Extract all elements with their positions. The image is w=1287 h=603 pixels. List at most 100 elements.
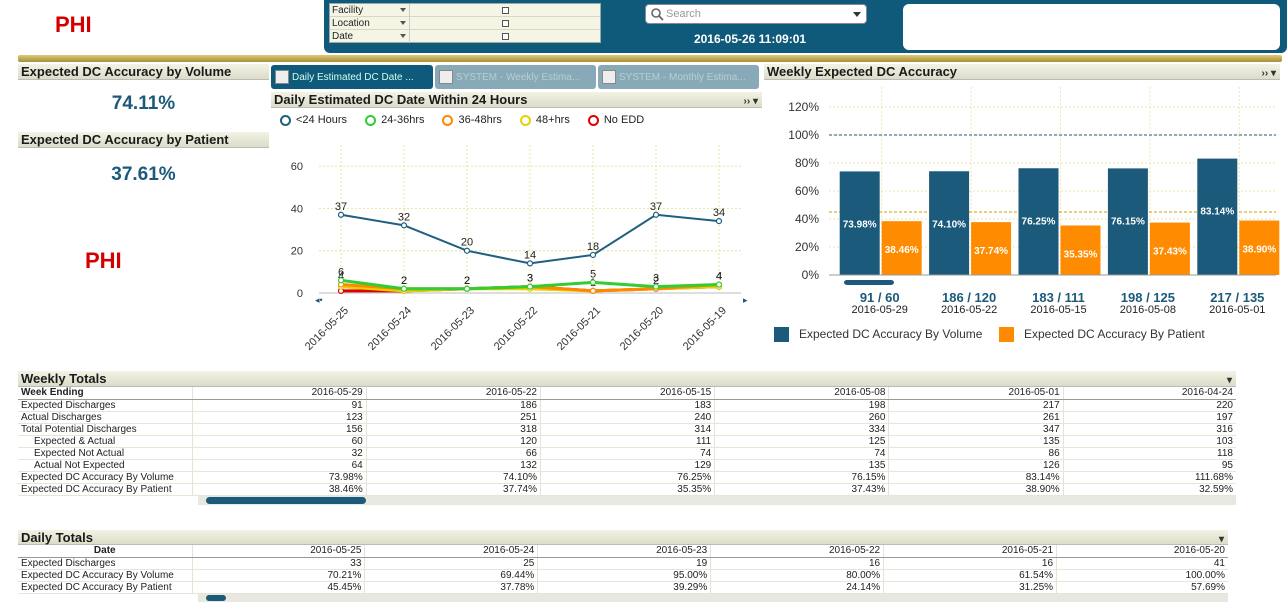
category-top-label: 186 / 120 xyxy=(942,290,996,305)
data-point xyxy=(463,247,471,254)
row-label: Total Potential Discharges xyxy=(18,423,192,436)
dropdown-arrow-icon[interactable] xyxy=(400,20,406,25)
tab-label: SYSTEM - Monthly Estima... xyxy=(619,71,746,83)
checkbox[interactable] xyxy=(501,19,509,27)
table-row: Expected Discharges 33 25 19 16 16 41 xyxy=(18,557,1228,570)
table-cell: 41 xyxy=(1056,557,1228,570)
data-label: 2 xyxy=(401,275,407,287)
y-tick-label: 20 xyxy=(291,246,303,258)
table-cell: 60 xyxy=(191,435,367,448)
dropdown-icon[interactable]: ▾ xyxy=(1219,532,1224,548)
filter-location[interactable]: Location xyxy=(330,16,600,30)
y-tick-label: 120% xyxy=(788,100,819,114)
table-row: Expected & Actual 60 120 111 125 135 103 xyxy=(18,435,1236,448)
daily-scrollbar[interactable] xyxy=(198,593,1228,602)
checkbox[interactable] xyxy=(501,33,509,40)
row-label: Actual Not Expected xyxy=(18,459,192,472)
table-cell: 31.25% xyxy=(883,581,1057,594)
table-cell: 57.69% xyxy=(1056,581,1228,594)
legend-marker-icon xyxy=(442,114,454,126)
column-header[interactable]: 2016-05-22 xyxy=(365,387,541,400)
expand-icon[interactable]: ›› ▾ xyxy=(1262,66,1276,82)
scroll-right-icon: ▸ xyxy=(743,295,748,305)
data-label: 18 xyxy=(587,241,599,253)
legend-item[interactable]: 48+hrs xyxy=(519,114,570,126)
x-tick-label: 2016-05-25 xyxy=(303,305,351,353)
bar-label: 83.14% xyxy=(1200,207,1234,218)
data-label: 20 xyxy=(461,237,473,249)
dropdown-arrow-icon[interactable] xyxy=(400,7,406,12)
column-header[interactable]: 2016-05-21 xyxy=(883,545,1057,558)
scrollbar-thumb[interactable] xyxy=(206,496,366,504)
table-cell: 129 xyxy=(539,459,715,472)
data-point xyxy=(463,285,471,292)
legend-item[interactable]: 36-48hrs xyxy=(442,114,502,126)
table-cell: 111.68% xyxy=(1062,471,1236,484)
x-tick-label: 2016-05-08 xyxy=(1120,304,1176,316)
bar-label: 73.98% xyxy=(843,219,877,230)
row-label: Expected DC Accuracy By Patient xyxy=(18,581,192,594)
table-cell: 314 xyxy=(539,423,715,436)
table-cell: 32 xyxy=(191,447,367,460)
y-tick-label: 60% xyxy=(795,184,819,198)
legend-label: 48+hrs xyxy=(535,114,570,126)
scrollbar-thumb[interactable] xyxy=(206,594,226,601)
filter-facility[interactable]: Facility xyxy=(330,3,600,17)
legend-item[interactable]: 24-36hrs xyxy=(365,114,424,126)
data-point xyxy=(589,251,597,259)
legend-marker-icon xyxy=(519,114,531,126)
column-header[interactable]: 2016-04-24 xyxy=(1062,387,1236,400)
data-label: 3 xyxy=(653,273,659,285)
column-header: Week Ending xyxy=(18,387,192,400)
bar-label: 38.46% xyxy=(885,245,919,256)
search-box[interactable]: Search xyxy=(645,4,867,24)
table-cell: 19 xyxy=(537,557,711,570)
checkbox[interactable] xyxy=(501,6,509,14)
table-cell: 186 xyxy=(365,399,541,412)
tab-daily-estimated[interactable]: Daily Estimated DC Date ... xyxy=(271,65,433,89)
tab-system-weekly[interactable]: SYSTEM - Weekly Estima... xyxy=(435,65,596,89)
table-cell: 32.59% xyxy=(1062,483,1236,496)
table-cell: 126 xyxy=(888,459,1064,472)
notes-box[interactable] xyxy=(903,4,1280,50)
column-header[interactable]: 2016-05-25 xyxy=(191,545,365,558)
table-cell: 86 xyxy=(888,447,1064,460)
legend-swatch xyxy=(774,327,789,342)
tab-system-monthly[interactable]: SYSTEM - Monthly Estima... xyxy=(598,65,759,89)
x-tick-label: 2016-05-01 xyxy=(1209,304,1265,316)
table-cell: 74.10% xyxy=(365,471,541,484)
filter-label: Facility xyxy=(332,4,364,16)
expand-icon[interactable]: ›› ▾ xyxy=(744,94,758,110)
column-header[interactable]: 2016-05-01 xyxy=(888,387,1064,400)
column-header[interactable]: 2016-05-23 xyxy=(537,545,711,558)
legend-item[interactable]: <24 Hours xyxy=(280,114,347,126)
table-cell: 347 xyxy=(888,423,1064,436)
filter-date[interactable]: Date xyxy=(330,30,600,43)
weekly-scrollbar[interactable] xyxy=(198,495,1236,505)
table-cell: 197 xyxy=(1062,411,1236,424)
table-cell: 91 xyxy=(191,399,367,412)
table-cell: 64 xyxy=(191,459,367,472)
table-cell: 76.15% xyxy=(714,471,889,484)
dropdown-arrow-icon[interactable] xyxy=(400,34,406,38)
column-header[interactable]: 2016-05-15 xyxy=(539,387,715,400)
column-header[interactable]: 2016-05-24 xyxy=(364,545,538,558)
bar-label: 76.25% xyxy=(1022,216,1056,227)
column-header[interactable]: 2016-05-29 xyxy=(191,387,367,400)
dropdown-icon[interactable]: ▾ xyxy=(1227,373,1232,389)
column-header[interactable]: 2016-05-08 xyxy=(714,387,889,400)
table-row: Expected DC Accuracy By Volume 73.98% 74.1… xyxy=(18,471,1236,484)
table-cell: 316 xyxy=(1062,423,1236,436)
table-row: Expected DC Accuracy By Patient 38.46% 37.… xyxy=(18,483,1236,496)
data-point xyxy=(526,283,534,290)
chart-scrollbar-thumb xyxy=(844,280,894,285)
table-cell: 183 xyxy=(539,399,715,412)
search-dropdown-icon[interactable] xyxy=(853,11,861,17)
column-header[interactable]: 2016-05-22 xyxy=(710,545,884,558)
column-header[interactable]: 2016-05-20 xyxy=(1056,545,1228,558)
legend-item[interactable]: No EDD xyxy=(587,114,644,126)
daily-totals-title: Daily Totals xyxy=(21,530,94,545)
data-label: 5 xyxy=(590,268,596,280)
table-cell: 38.90% xyxy=(888,483,1064,496)
legend-label: Expected DC Accuracy By Patient xyxy=(1024,327,1205,341)
